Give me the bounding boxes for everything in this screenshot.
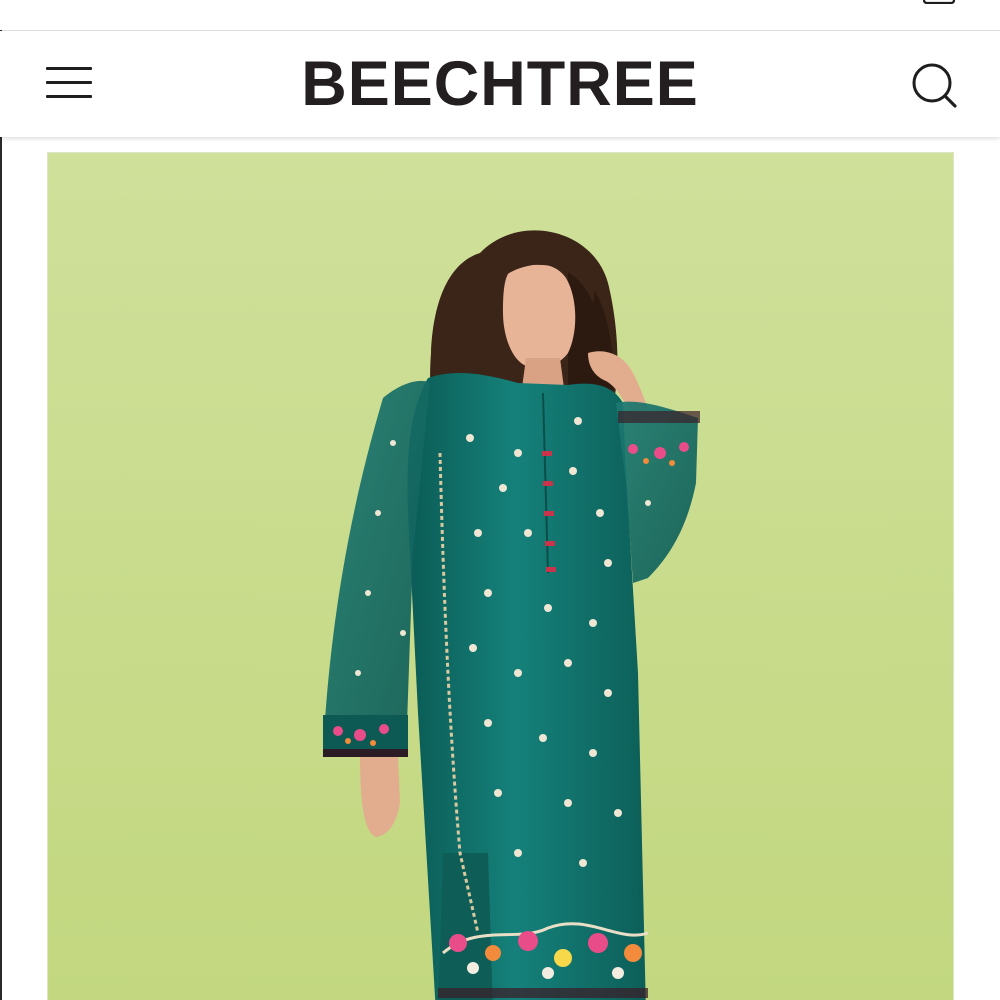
hamburger-menu-icon[interactable]	[46, 65, 94, 103]
brand-logo[interactable]: BEECHTREE	[260, 47, 740, 121]
top-strip	[0, 0, 1000, 31]
shopping-bag-icon[interactable]	[922, 0, 956, 4]
site-header: BEECHTREE	[0, 31, 1000, 137]
product-hero-image[interactable]	[47, 152, 954, 1000]
viewport-edge	[0, 30, 2, 1000]
product-photo-illustration	[48, 153, 953, 1000]
search-icon[interactable]	[910, 61, 960, 111]
product-page: BEECHTREE	[0, 0, 1000, 1000]
